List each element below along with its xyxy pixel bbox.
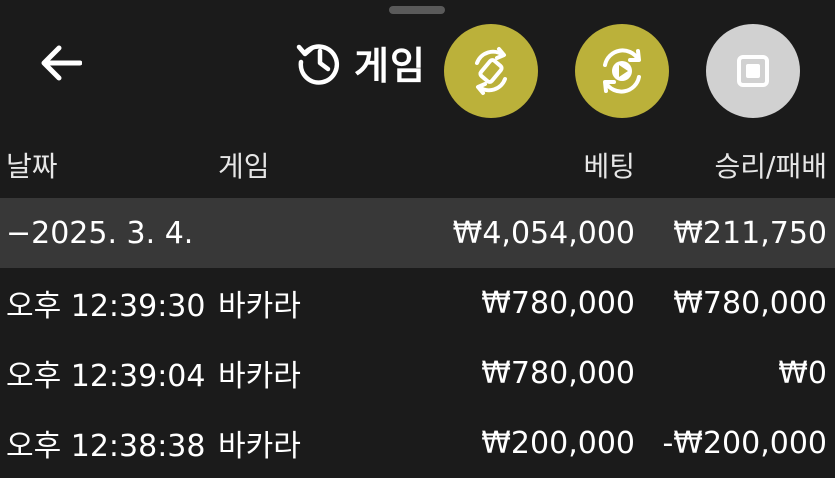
row-time: 오후 12:38:38 <box>6 429 206 464</box>
day-result-total: ₩211,750 <box>673 215 827 251</box>
column-game: 게임 <box>218 150 270 183</box>
back-button[interactable] <box>40 44 83 82</box>
column-bet: 베팅 <box>583 150 635 183</box>
history-table: 날짜 게임 베팅 승리/패배 −2025. 3. 4. ₩4,054,000 ₩… <box>0 132 835 478</box>
table-header: 날짜 게임 베팅 승리/패배 <box>0 132 835 198</box>
page-title: 게임 <box>354 43 426 88</box>
row-bet: ₩200,000 <box>481 425 635 461</box>
column-date: 날짜 <box>6 150 58 183</box>
header-title-group: 게임 <box>296 38 426 88</box>
row-bet: ₩780,000 <box>481 285 635 321</box>
drag-handle[interactable] <box>389 6 445 14</box>
table-row[interactable]: 오후 12:39:04 바카라 ₩780,000 ₩0 <box>0 338 835 408</box>
row-time: 오후 12:39:04 <box>6 359 206 394</box>
row-time: 오후 12:39:30 <box>6 289 206 324</box>
rotate-screen-icon <box>475 47 507 95</box>
day-bet-total: ₩4,054,000 <box>452 215 635 251</box>
table-row[interactable]: 오후 12:38:38 바카라 ₩200,000 -₩200,000 <box>0 408 835 478</box>
rotate-screen-button[interactable] <box>444 24 538 118</box>
column-result: 승리/패배 <box>714 150 827 183</box>
row-game: 바카라 <box>218 429 301 464</box>
stop-square-icon <box>737 55 769 87</box>
row-bet: ₩780,000 <box>481 355 635 391</box>
replay-button[interactable] <box>575 24 669 118</box>
replay-play-icon <box>603 48 641 94</box>
row-result: ₩0 <box>778 355 827 391</box>
row-game: 바카라 <box>218 289 301 324</box>
table-row[interactable]: 오후 12:39:30 바카라 ₩780,000 ₩780,000 <box>0 268 835 338</box>
history-clock-icon <box>296 44 340 85</box>
stop-button[interactable] <box>706 24 800 118</box>
day-group-row[interactable]: −2025. 3. 4. ₩4,054,000 ₩211,750 <box>0 198 835 268</box>
day-date: −2025. 3. 4. <box>6 215 194 251</box>
row-result: -₩200,000 <box>662 425 827 461</box>
row-result: ₩780,000 <box>673 285 827 321</box>
arrow-left-icon <box>41 45 83 81</box>
row-game: 바카라 <box>218 359 301 394</box>
